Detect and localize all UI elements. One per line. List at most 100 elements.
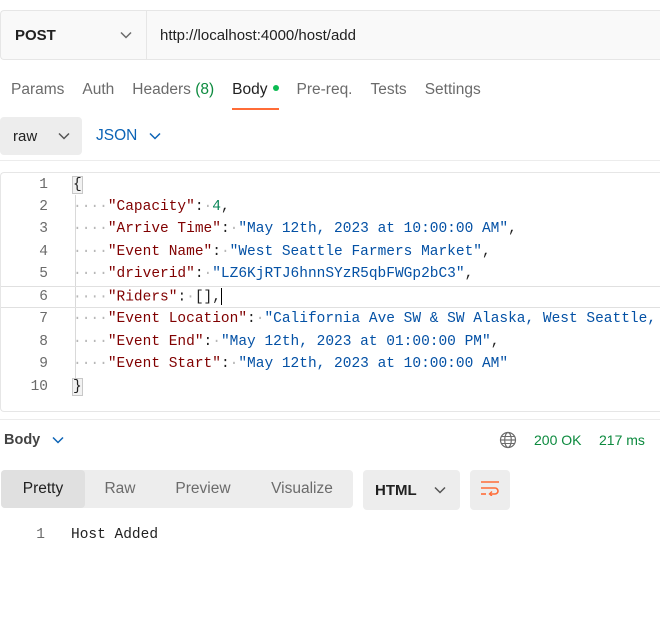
line-number: 1 [36, 527, 45, 543]
line-number: 2 [39, 199, 48, 215]
chevron-down-icon [434, 484, 446, 496]
tab-label: Body [232, 81, 268, 98]
brace: { [72, 176, 83, 194]
json-key: "Riders" [107, 289, 178, 306]
tab-headers[interactable]: Headers (8) [132, 78, 214, 110]
body-mode-label: raw [13, 127, 38, 145]
response-body-line: 1 Host Added [0, 524, 158, 546]
editor-line: 10 } [1, 376, 660, 398]
tab-tests[interactable]: Tests [371, 78, 407, 110]
editor-line: 7 ····"Event Location":·"California Ave … [1, 308, 660, 330]
tab-pre-request[interactable]: Pre-req. [297, 78, 353, 110]
tab-label: Settings [424, 81, 481, 98]
view-tab-visualize[interactable]: Visualize [251, 470, 353, 508]
language-label: JSON [96, 127, 138, 144]
chevron-down-icon [149, 130, 161, 142]
json-key: "Event Start" [107, 356, 221, 372]
line-number: 5 [39, 266, 48, 282]
line-number: 7 [39, 311, 48, 327]
editor-line: 9 ····"Event Start":·"May 12th, 2023 at … [1, 353, 660, 375]
json-punct: , [212, 289, 221, 306]
editor-line: 3 ····"Arrive Time":·"May 12th, 2023 at … [1, 218, 660, 240]
json-punct: , [490, 334, 500, 350]
json-value: "May 12th, 2023 at 10:00:00 AM" [238, 356, 509, 372]
response-format-select[interactable]: HTML [363, 470, 460, 510]
json-punct: , [481, 244, 491, 260]
json-punct: , [220, 199, 230, 215]
json-value: "California Ave SW & SW Alaska, West Sea… [264, 311, 660, 327]
request-bar: POST http://localhost:4000/host/add [0, 10, 660, 60]
editor-line: 4 ····"Event Name":·"West Seattle Farmer… [1, 241, 660, 263]
tab-auth[interactable]: Auth [82, 78, 114, 110]
editor-line: 5 ····"driverid":·"LZ6KjRTJ6hnnSYzR5qbFW… [1, 263, 660, 285]
chevron-down-icon [58, 130, 70, 142]
editor-line: 1 { [1, 174, 660, 196]
json-key: "Event End" [107, 334, 204, 350]
body-mode-select[interactable]: raw [0, 117, 82, 155]
line-number: 1 [39, 177, 48, 193]
tab-label: Headers [132, 81, 191, 98]
chevron-down-icon[interactable] [52, 434, 64, 446]
method-label: POST [15, 26, 56, 44]
tab-label: Tests [370, 81, 407, 98]
response-body-text: Host Added [71, 527, 159, 543]
wrap-lines-button[interactable] [470, 470, 510, 510]
line-number: 9 [39, 356, 48, 372]
chevron-down-icon [120, 29, 132, 41]
line-number: 8 [39, 334, 48, 350]
format-label: HTML [375, 481, 417, 499]
json-value: "LZ6KjRTJ6hnnSYzR5qbFWGp2bC3" [212, 266, 465, 282]
json-value: "May 12th, 2023 at 01:00:00 PM" [220, 334, 491, 350]
method-select[interactable]: POST [1, 11, 147, 59]
url-input[interactable]: http://localhost:4000/host/add [147, 11, 660, 59]
json-value: [] [194, 289, 213, 306]
status-code[interactable]: 200 OK [534, 432, 581, 448]
json-value: 4 [212, 199, 221, 215]
tab-label: Auth [82, 81, 115, 98]
json-punct: , [508, 221, 517, 237]
view-tab-label: Visualize [271, 480, 333, 497]
view-tab-label: Raw [104, 480, 136, 497]
wrap-lines-icon [480, 480, 500, 501]
response-time[interactable]: 217 ms [599, 432, 645, 448]
line-number: 10 [30, 379, 48, 395]
body-type-bar: raw JSON [0, 116, 660, 156]
tab-label: Params [11, 81, 65, 98]
json-value: "West Seattle Farmers Market" [229, 244, 482, 260]
view-tab-preview[interactable]: Preview [155, 470, 251, 508]
view-tab-label: Preview [175, 480, 231, 497]
language-select[interactable]: JSON [96, 127, 161, 145]
divider [0, 160, 660, 161]
editor-line: 8 ····"Event End":·"May 12th, 2023 at 01… [1, 331, 660, 353]
json-key: "Arrive Time" [107, 221, 221, 237]
line-number: 4 [39, 244, 48, 260]
line-number: 6 [39, 289, 48, 305]
json-key: "Event Name" [107, 244, 213, 260]
view-tab-pretty[interactable]: Pretty [1, 470, 85, 508]
response-view-tabs: Pretty Raw Preview Visualize [1, 470, 353, 508]
request-tabs: Params Auth Headers (8) Body Pre-req. Te… [0, 78, 488, 112]
json-punct: , [464, 266, 474, 282]
text-caret [220, 288, 222, 306]
divider [0, 419, 660, 420]
tab-label: Pre-req. [296, 81, 353, 98]
view-tab-label: Pretty [22, 480, 64, 497]
headers-count: (8) [195, 81, 215, 98]
line-number: 3 [39, 221, 48, 237]
json-key: "driverid" [107, 266, 195, 282]
editor-line: 2 ····"Capacity":·4, [1, 196, 660, 218]
tab-body[interactable]: Body [232, 78, 279, 110]
json-value: "May 12th, 2023 at 10:00:00 AM" [238, 221, 509, 237]
response-header: Body 200 OK 217 ms [0, 428, 660, 452]
view-tab-raw[interactable]: Raw [85, 470, 155, 508]
request-body-editor[interactable]: 1 { 2 ····"Capacity":·4, 3 ····"Arrive T… [0, 172, 660, 412]
body-indicator-dot [272, 84, 279, 91]
globe-icon[interactable] [499, 431, 517, 454]
json-key: "Event Location" [107, 311, 248, 327]
tab-params[interactable]: Params [11, 78, 64, 110]
json-key: "Capacity" [107, 199, 195, 215]
tab-settings[interactable]: Settings [425, 78, 481, 110]
response-section-title[interactable]: Body [4, 432, 40, 448]
brace: } [72, 378, 83, 396]
editor-line-current: 6 ····"Riders":·[], [1, 286, 660, 308]
